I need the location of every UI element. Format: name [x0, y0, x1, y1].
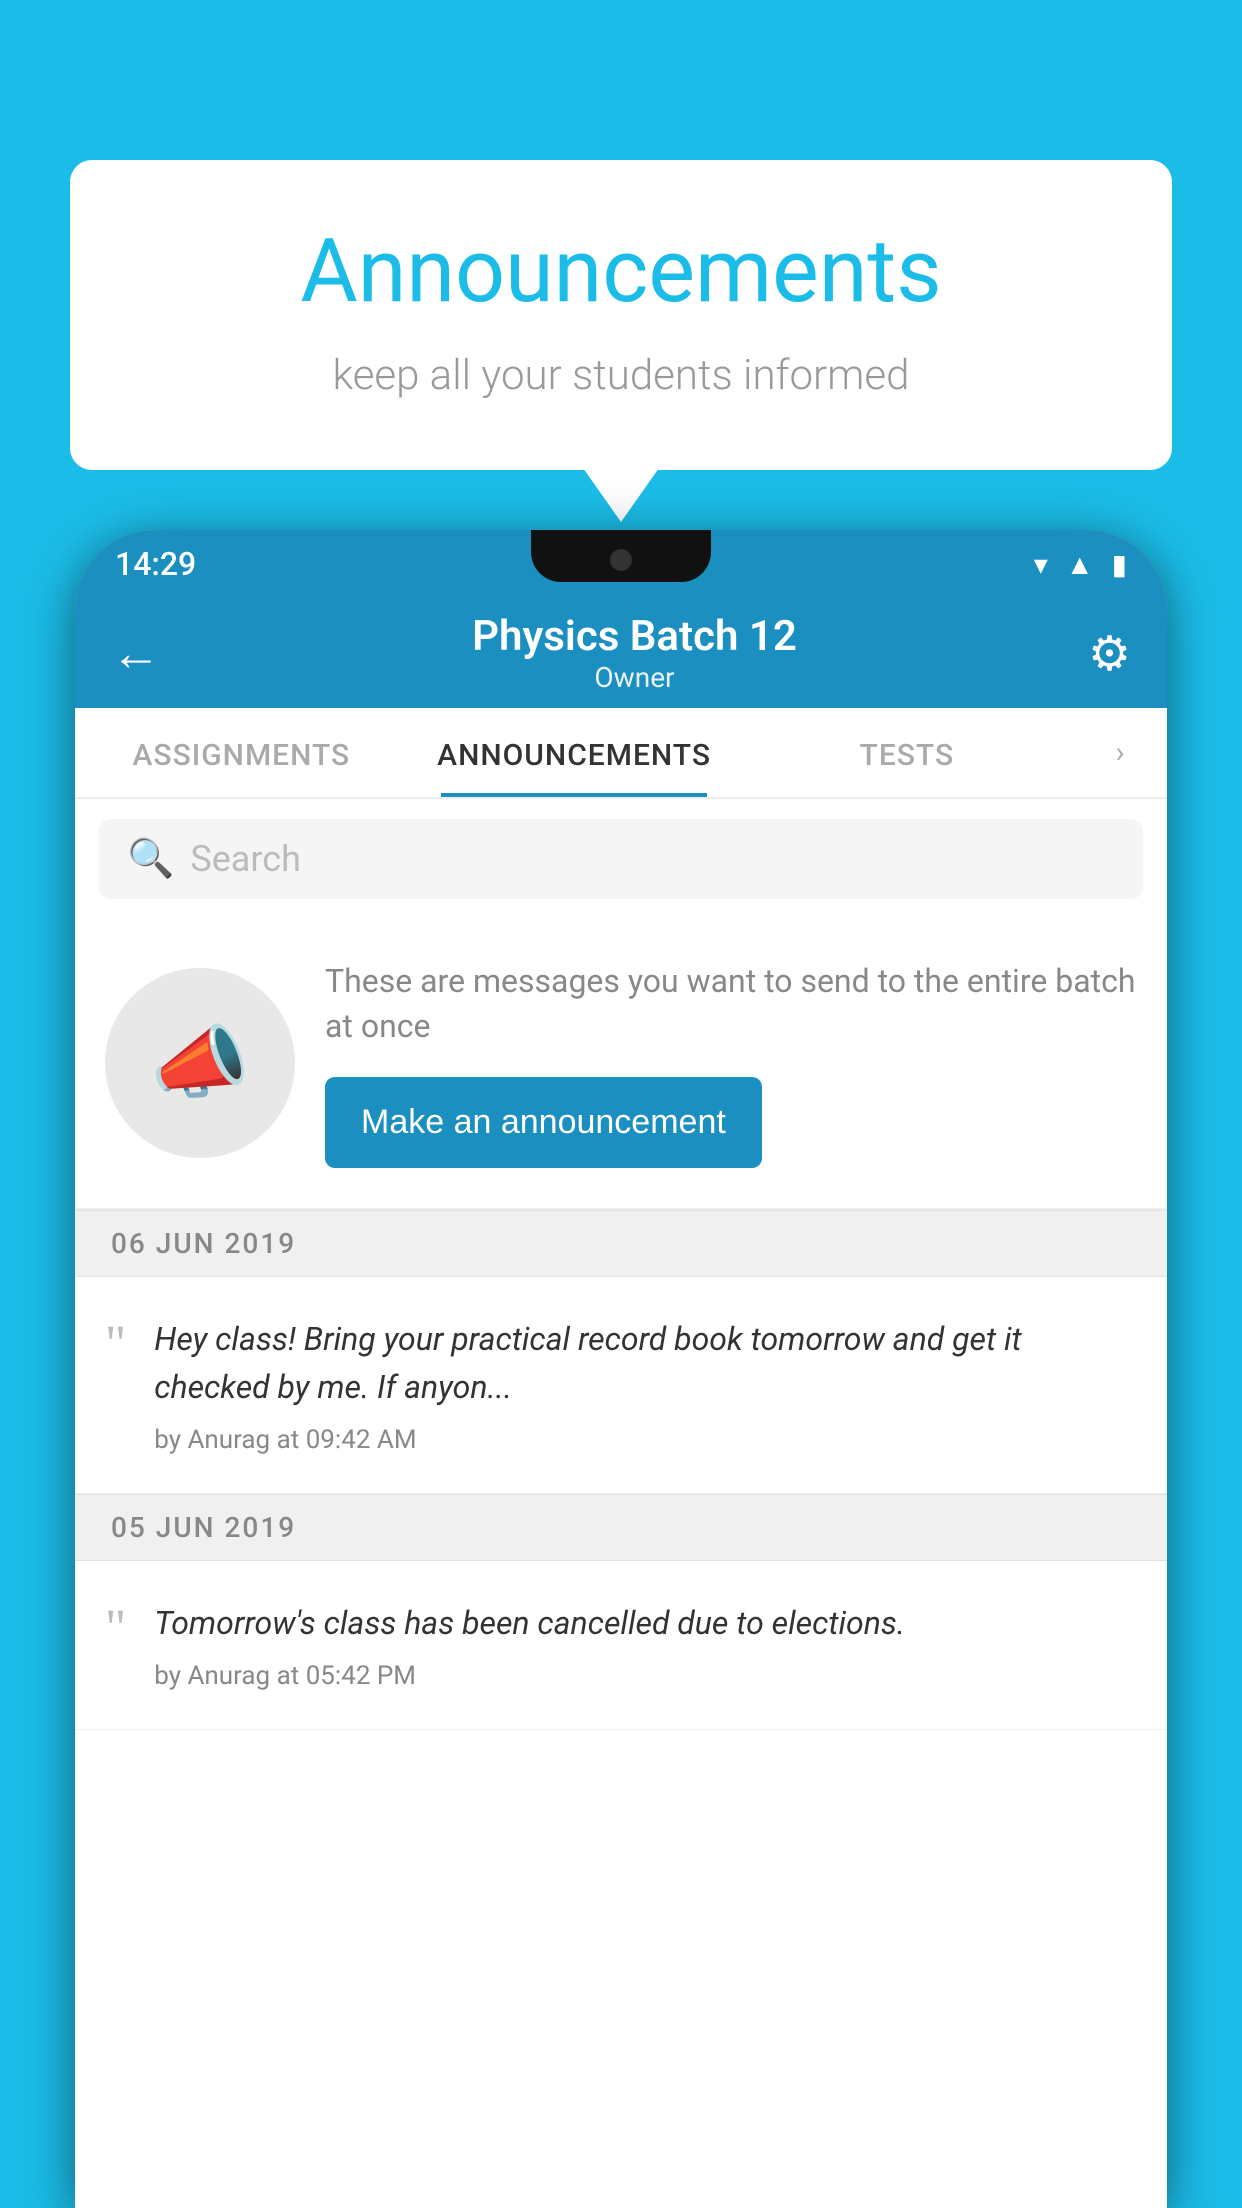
speech-bubble-container: Announcements keep all your students inf… — [70, 160, 1172, 470]
tab-more-icon[interactable]: › — [1073, 708, 1167, 797]
notch — [531, 530, 711, 582]
promo-icon-circle: 📣 — [105, 968, 295, 1158]
back-button[interactable]: ← — [111, 624, 161, 683]
status-bar: 14:29 ▾ ▲ ▮ — [75, 530, 1167, 598]
search-container: 🔍 Search — [75, 799, 1167, 919]
bubble-subtitle: keep all your students informed — [150, 351, 1092, 400]
announcement-content-2: Tomorrow's class has been cancelled due … — [154, 1599, 1137, 1691]
search-icon: 🔍 — [127, 837, 174, 881]
tab-assignments[interactable]: ASSIGNMENTS — [75, 708, 408, 797]
promo-section: 📣 These are messages you want to send to… — [75, 919, 1167, 1210]
status-icons: ▾ ▲ ▮ — [1034, 548, 1127, 581]
promo-description: These are messages you want to send to t… — [325, 959, 1137, 1049]
date-separator-2: 05 JUN 2019 — [75, 1494, 1167, 1561]
app-bar: ← Physics Batch 12 Owner ⚙ — [75, 598, 1167, 708]
app-bar-title-container: Physics Batch 12 Owner — [181, 612, 1088, 694]
announcement-item-1[interactable]: " Hey class! Bring your practical record… — [75, 1277, 1167, 1494]
quote-icon-2: " — [105, 1603, 126, 1655]
settings-icon[interactable]: ⚙ — [1088, 625, 1131, 682]
date-separator-1: 06 JUN 2019 — [75, 1210, 1167, 1277]
megaphone-icon: 📣 — [150, 1016, 250, 1110]
tab-tests[interactable]: TESTS — [740, 708, 1073, 797]
bubble-title: Announcements — [150, 220, 1092, 323]
wifi-icon: ▾ — [1034, 548, 1048, 581]
app-bar-subtitle: Owner — [181, 661, 1088, 694]
announcement-meta-2: by Anurag at 05:42 PM — [154, 1661, 1137, 1691]
announcement-meta-1: by Anurag at 09:42 AM — [154, 1425, 1137, 1455]
status-time: 14:29 — [115, 545, 196, 583]
app-bar-title: Physics Batch 12 — [181, 612, 1088, 661]
speech-bubble: Announcements keep all your students inf… — [70, 160, 1172, 470]
signal-icon: ▲ — [1066, 548, 1094, 581]
announcement-content-1: Hey class! Bring your practical record b… — [154, 1315, 1137, 1455]
phone-screen: 14:29 ▾ ▲ ▮ ← Physics Batch 12 Owner ⚙ A… — [75, 530, 1167, 2208]
make-announcement-button[interactable]: Make an announcement — [325, 1077, 762, 1168]
promo-content: These are messages you want to send to t… — [325, 959, 1137, 1168]
search-bar[interactable]: 🔍 Search — [99, 819, 1143, 899]
tab-announcements[interactable]: ANNOUNCEMENTS — [408, 708, 741, 797]
quote-icon-1: " — [105, 1319, 126, 1371]
tab-bar: ASSIGNMENTS ANNOUNCEMENTS TESTS › — [75, 708, 1167, 799]
battery-icon: ▮ — [1112, 548, 1127, 581]
phone-frame: 14:29 ▾ ▲ ▮ ← Physics Batch 12 Owner ⚙ A… — [75, 530, 1167, 2208]
search-placeholder: Search — [190, 838, 301, 880]
announcement-text-2: Tomorrow's class has been cancelled due … — [154, 1599, 1137, 1647]
announcement-item-2[interactable]: " Tomorrow's class has been cancelled du… — [75, 1561, 1167, 1730]
notch-camera — [610, 549, 632, 571]
announcement-text-1: Hey class! Bring your practical record b… — [154, 1315, 1137, 1411]
